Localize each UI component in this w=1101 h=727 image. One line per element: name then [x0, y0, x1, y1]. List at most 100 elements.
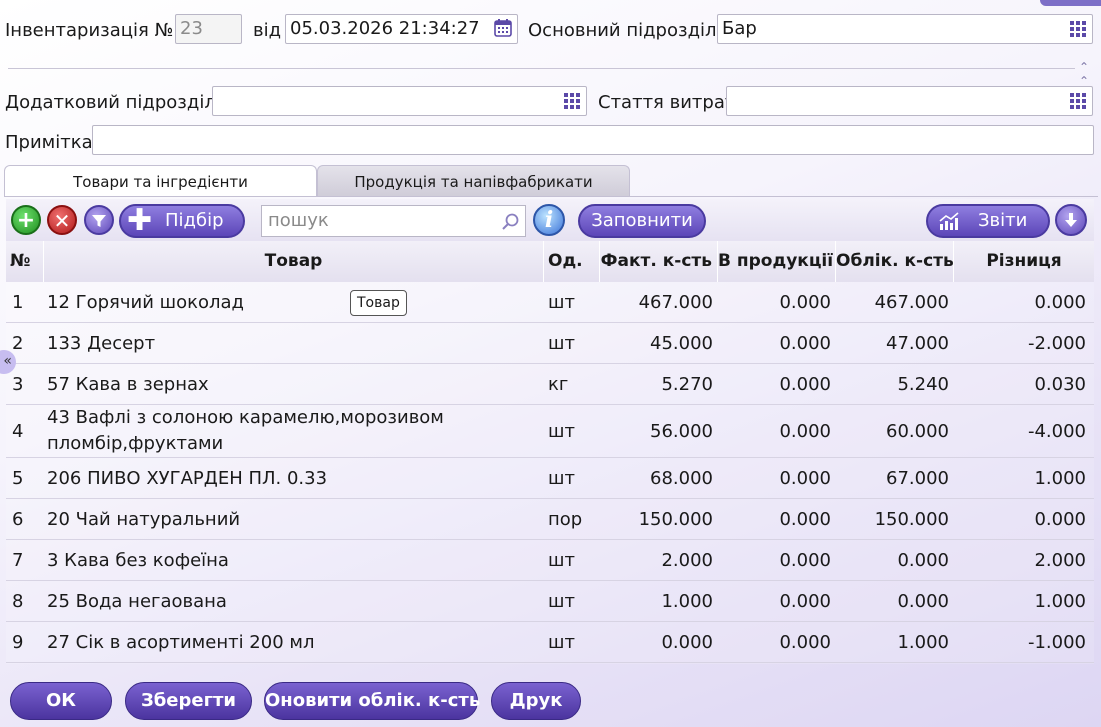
row-fact-qty: 1.000 — [661, 590, 713, 612]
row-unit: пор — [548, 508, 583, 530]
row-in-production: 0.000 — [779, 420, 831, 442]
calendar-icon[interactable] — [493, 18, 513, 38]
row-difference: -1.000 — [1027, 631, 1086, 653]
row-unit: шт — [548, 332, 575, 354]
row-fact-qty: 5.270 — [661, 373, 713, 395]
row-in-production: 0.000 — [779, 549, 831, 571]
col-fact-qty[interactable]: Факт. к-сть — [600, 241, 718, 282]
table-row[interactable]: 6 20 Чай натуральний пор 150.000 0.000 1… — [6, 499, 1094, 540]
row-accounting-qty: 1.000 — [897, 631, 949, 653]
window-corner-decoration — [1040, 0, 1101, 6]
row-difference: 1.000 — [1034, 590, 1086, 612]
extra-dept-field[interactable] — [212, 86, 587, 116]
date-from-label: від — [253, 20, 282, 41]
note-label: Примітка — [5, 132, 93, 153]
row-item: 3 Кава без кофеїна — [47, 549, 229, 571]
table-row[interactable]: 1 12 Горячий шоколад шт 467.000 0.000 46… — [6, 282, 1094, 323]
table-row[interactable]: 7 3 Кава без кофеїна шт 2.000 0.000 0.00… — [6, 540, 1094, 581]
row-in-production: 0.000 — [779, 373, 831, 395]
fill-button[interactable]: Заповнити — [578, 204, 706, 238]
pick-button[interactable]: ✚ Підбір — [119, 204, 245, 238]
row-fact-qty: 2.000 — [661, 549, 713, 571]
reports-label: Звіти — [978, 210, 1028, 231]
row-number: 7 — [12, 549, 24, 571]
table-row[interactable]: 4 43 Вафлі з солоною карамелю,морозивом … — [6, 405, 1094, 458]
row-unit: кг — [548, 373, 569, 395]
table-row[interactable]: 9 27 Сік в асортименті 200 мл шт 0.000 0… — [6, 622, 1094, 663]
note-field[interactable] — [92, 125, 1094, 155]
col-unit[interactable]: Од. — [544, 241, 600, 282]
main-dept-field[interactable]: Бар — [717, 14, 1093, 44]
row-in-production: 0.000 — [779, 631, 831, 653]
row-item: 12 Горячий шоколад — [47, 291, 244, 313]
search-placeholder: пошук — [268, 210, 329, 231]
row-item: 206 ПИВО ХУГАРДЕН ПЛ. 0.33 — [47, 467, 328, 489]
col-accounting-qty[interactable]: Облік. к-сть — [836, 241, 954, 282]
table-row[interactable]: 2 133 Десерт шт 45.000 0.000 47.000 -2.0… — [6, 323, 1094, 364]
row-number: 1 — [12, 291, 24, 313]
col-in-production[interactable]: В продукції — [718, 241, 836, 282]
row-number: 2 — [12, 332, 24, 354]
save-button[interactable]: Зберегти — [125, 682, 252, 720]
row-difference: 0.000 — [1034, 291, 1086, 313]
row-unit: шт — [548, 291, 575, 313]
tab-goods-ingredients[interactable]: Товари та інгредієнти — [4, 165, 317, 197]
grid-select-icon[interactable] — [564, 93, 580, 109]
grid-select-icon[interactable] — [1070, 93, 1086, 109]
table-body: 1 12 Горячий шоколад шт 467.000 0.000 46… — [6, 282, 1094, 664]
row-accounting-qty: 67.000 — [886, 467, 949, 489]
row-in-production: 0.000 — [779, 291, 831, 313]
row-number: 5 — [12, 467, 24, 489]
col-item[interactable]: Товар — [44, 241, 544, 282]
row-number: 9 — [12, 631, 24, 653]
section-divider — [8, 68, 1075, 69]
row-difference: 1.000 — [1034, 467, 1086, 489]
print-button[interactable]: Друк — [491, 682, 581, 720]
inventory-number-field: 23 — [175, 14, 242, 44]
collapse-up-icon[interactable]: ⌃ ⌃ — [1079, 60, 1089, 88]
inventory-number-label: Інвентаризація № — [5, 20, 174, 41]
search-input[interactable]: пошук — [261, 205, 526, 237]
table-row[interactable]: 5 206 ПИВО ХУГАРДЕН ПЛ. 0.33 шт 68.000 0… — [6, 458, 1094, 499]
arrow-down-icon[interactable] — [1055, 204, 1087, 236]
row-fact-qty: 68.000 — [650, 467, 713, 489]
row-unit: шт — [548, 549, 575, 571]
cost-item-label: Стаття витрат — [598, 92, 736, 113]
row-accounting-qty: 0.000 — [897, 549, 949, 571]
table-header: № Товар Од. Факт. к-сть В продукції Облі… — [6, 241, 1094, 282]
row-accounting-qty: 0.000 — [897, 590, 949, 612]
row-unit: шт — [548, 631, 575, 653]
table-row[interactable]: 8 25 Вода негаована шт 1.000 0.000 0.000… — [6, 581, 1094, 622]
main-dept-label: Основний підрозділ — [528, 20, 717, 41]
info-icon[interactable]: i — [533, 204, 565, 236]
row-fact-qty: 467.000 — [638, 291, 713, 313]
refresh-accounting-qty-button[interactable]: Оновити облік. к-сть — [264, 682, 480, 720]
plus-icon[interactable]: + — [11, 205, 41, 235]
row-item: 20 Чай натуральний — [47, 508, 241, 530]
date-value: 05.03.2026 21:34:27 — [290, 18, 480, 39]
tab-products-semifinished[interactable]: Продукція та напівфабрикати — [317, 165, 630, 197]
row-difference: 0.030 — [1034, 373, 1086, 395]
row-number: 8 — [12, 590, 24, 612]
funnel-icon[interactable] — [84, 205, 114, 235]
row-unit: шт — [548, 420, 575, 442]
row-number: 3 — [12, 373, 24, 395]
col-difference[interactable]: Різниця — [954, 241, 1094, 282]
cost-item-field[interactable] — [726, 86, 1093, 116]
reports-button[interactable]: Звіти — [926, 204, 1050, 238]
main-dept-value: Бар — [722, 18, 757, 39]
row-item: 25 Вода негаована — [47, 590, 227, 612]
date-field[interactable]: 05.03.2026 21:34:27 — [285, 14, 518, 44]
x-icon[interactable]: ✕ — [47, 205, 77, 235]
ok-button[interactable]: ОК — [10, 682, 112, 720]
grid-select-icon[interactable] — [1070, 21, 1086, 37]
col-number[interactable]: № — [6, 241, 44, 282]
row-unit: шт — [548, 590, 575, 612]
row-in-production: 0.000 — [779, 508, 831, 530]
row-number: 4 — [12, 420, 24, 442]
row-fact-qty: 56.000 — [650, 420, 713, 442]
tooltip: Товар — [350, 290, 407, 316]
row-item: 57 Кава в зернах — [47, 373, 209, 395]
extra-dept-label: Додатковий підрозділ — [5, 92, 216, 113]
table-row[interactable]: 3 57 Кава в зернах кг 5.270 0.000 5.240 … — [6, 364, 1094, 405]
